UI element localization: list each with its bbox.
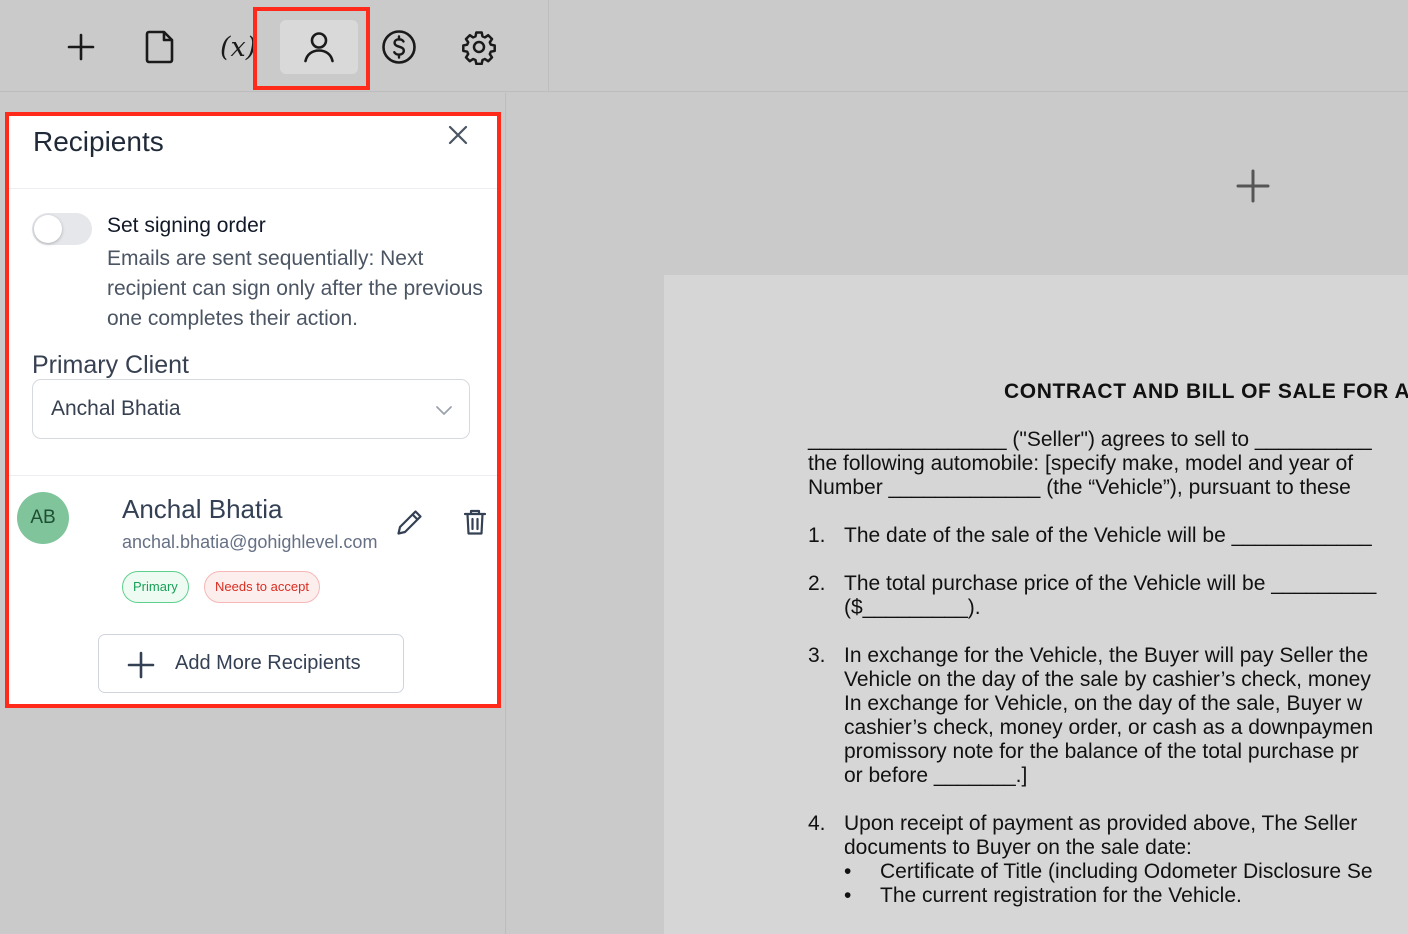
primary-client-select[interactable]: Anchal Bhatia <box>32 379 470 439</box>
divider <box>9 475 497 476</box>
clause-text: In exchange for the Vehicle, the Buyer w… <box>844 644 1369 667</box>
clause-text: Vehicle on the day of the sale by cashie… <box>844 668 1371 691</box>
plus-icon <box>127 651 155 684</box>
clause-text: or before _______.] <box>844 764 1028 787</box>
delete-recipient-button[interactable] <box>458 507 492 541</box>
clause-number: 3. <box>808 644 826 667</box>
clause-text: The date of the sale of the Vehicle will… <box>844 524 1372 547</box>
bullet: • <box>844 884 852 907</box>
close-button[interactable] <box>443 122 473 152</box>
plus-icon <box>1236 169 1270 207</box>
primary-client-value: Anchal Bhatia <box>51 397 181 420</box>
panel-title: Recipients <box>33 126 164 157</box>
trash-icon <box>462 507 488 542</box>
status-badge-needs-to-accept: Needs to accept <box>204 571 320 603</box>
close-icon <box>447 124 469 151</box>
clause-text: documents to Buyer on the sale date: <box>844 836 1192 859</box>
toolbar-divider <box>548 0 549 92</box>
clause-text: The total purchase price of the Vehicle … <box>844 572 1377 595</box>
document-canvas: CONTRACT AND BILL OF SALE FOR A ________… <box>507 93 1408 934</box>
recipients-panel: Recipients Set signing order Emails are … <box>9 116 497 704</box>
signing-order-toggle[interactable] <box>32 213 92 245</box>
document-title: CONTRACT AND BILL OF SALE FOR A <box>1004 380 1408 403</box>
bullet-text: Certificate of Title (including Odometer… <box>880 860 1373 883</box>
recipient-name: Anchal Bhatia <box>122 494 283 524</box>
recipient-email: anchal.bhatia@gohighlevel.com <box>122 532 378 552</box>
clause-number: 2. <box>808 572 826 595</box>
user-icon <box>302 30 336 64</box>
clause-text: cashier’s check, money order, or cash as… <box>844 716 1374 739</box>
variables-button[interactable]: (x) <box>200 20 256 74</box>
add-more-recipients-button[interactable]: Add More Recipients <box>98 634 404 693</box>
gear-icon <box>461 29 497 65</box>
status-badge-primary: Primary <box>122 571 189 603</box>
clause-text: ($_________). <box>844 596 981 619</box>
avatar: AB <box>17 492 69 544</box>
plus-icon <box>66 32 96 62</box>
variable-icon: (x) <box>220 31 256 63</box>
clause-number: 4. <box>808 812 826 835</box>
clause-text: In exchange for Vehicle, on the day of t… <box>844 692 1363 715</box>
bullet: • <box>844 860 852 883</box>
pricing-button[interactable] <box>360 20 438 74</box>
recipients-button[interactable] <box>280 20 358 74</box>
document-button[interactable] <box>121 20 199 74</box>
clause-number: 1. <box>808 524 826 547</box>
document-page: CONTRACT AND BILL OF SALE FOR A ________… <box>664 275 1408 934</box>
clause-text: Upon receipt of payment as provided abov… <box>844 812 1358 835</box>
chevron-down-icon <box>435 403 453 421</box>
toggle-knob <box>34 215 62 243</box>
document-line: the following automobile: [specify make,… <box>808 452 1354 475</box>
bullet-text: The current registration for the Vehicle… <box>880 884 1242 907</box>
add-button[interactable] <box>42 20 120 74</box>
edit-recipient-button[interactable] <box>393 507 427 541</box>
document-icon <box>144 29 176 65</box>
primary-client-label: Primary Client <box>32 351 189 379</box>
clause-text: promissory note for the balance of the t… <box>844 740 1359 763</box>
add-more-recipients-label: Add More Recipients <box>175 652 361 674</box>
signing-order-title: Set signing order <box>107 214 266 237</box>
add-page-button[interactable] <box>1236 169 1270 208</box>
signing-order-description: Emails are sent sequentially: Next recip… <box>107 247 483 330</box>
settings-button[interactable] <box>440 20 518 74</box>
divider <box>9 188 497 189</box>
document-line: Number _____________ (the “Vehicle”), pu… <box>808 476 1351 499</box>
top-toolbar: (x) <box>0 0 1408 92</box>
pencil-icon <box>395 507 425 542</box>
dollar-icon <box>381 29 417 65</box>
document-line: _________________ ("Seller") agrees to s… <box>808 428 1372 451</box>
